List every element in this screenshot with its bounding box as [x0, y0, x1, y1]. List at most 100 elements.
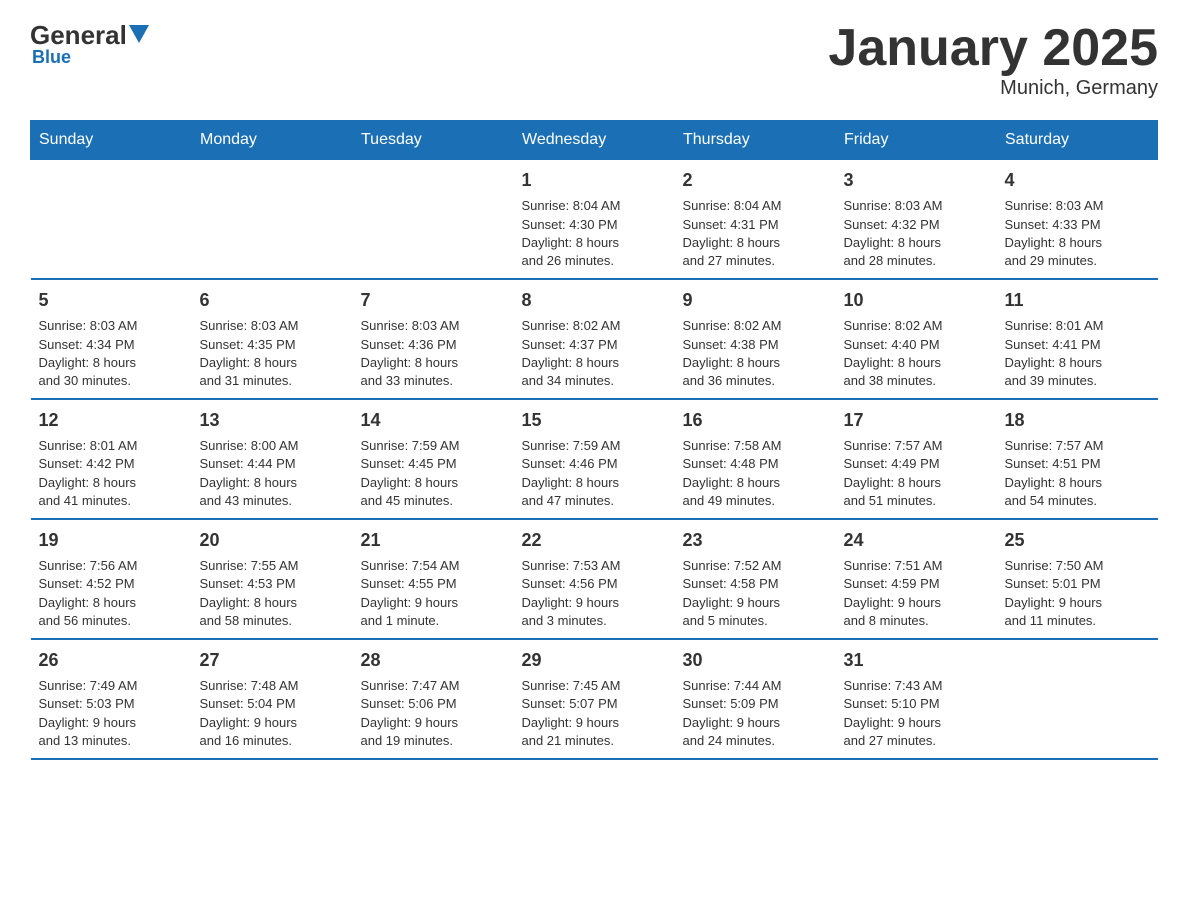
calendar-cell: 29 Sunrise: 7:45 AM Sunset: 5:07 PM Dayli…	[514, 639, 675, 759]
day-info: Sunrise: 7:54 AM Sunset: 4:55 PM Dayligh…	[361, 557, 506, 630]
day-number: 18	[1005, 408, 1150, 433]
day-number: 4	[1005, 168, 1150, 193]
day-info: Sunrise: 8:02 AM Sunset: 4:37 PM Dayligh…	[522, 317, 667, 390]
calendar-cell: 1Sunrise: 8:04 AM Sunset: 4:30 PM Daylig…	[514, 160, 675, 279]
day-info: Sunrise: 7:50 AM Sunset: 5:01 PM Dayligh…	[1005, 557, 1150, 630]
day-info: Sunrise: 7:56 AM Sunset: 4:52 PM Dayligh…	[39, 557, 184, 630]
day-number: 15	[522, 408, 667, 433]
calendar-header: SundayMondayTuesdayWednesdayThursdayFrid…	[31, 121, 1158, 160]
day-info: Sunrise: 8:03 AM Sunset: 4:34 PM Dayligh…	[39, 317, 184, 390]
day-info: Sunrise: 7:57 AM Sunset: 4:51 PM Dayligh…	[1005, 437, 1150, 510]
calendar-cell: 4 Sunrise: 8:03 AM Sunset: 4:33 PM Daylig…	[997, 160, 1158, 279]
week-row: 5 Sunrise: 8:03 AM Sunset: 4:34 PM Daylig…	[31, 279, 1158, 399]
day-number: 1	[522, 168, 667, 193]
calendar-body: 1Sunrise: 8:04 AM Sunset: 4:30 PM Daylig…	[31, 160, 1158, 759]
day-number: 16	[683, 408, 828, 433]
calendar-cell: 27 Sunrise: 7:48 AM Sunset: 5:04 PM Dayli…	[192, 639, 353, 759]
header-cell-sunday: Sunday	[31, 121, 192, 160]
day-info: Sunrise: 7:45 AM Sunset: 5:07 PM Dayligh…	[522, 677, 667, 750]
page-title: January 2025	[828, 20, 1158, 77]
calendar-cell: 25 Sunrise: 7:50 AM Sunset: 5:01 PM Dayli…	[997, 519, 1158, 639]
day-info: Sunrise: 8:02 AM Sunset: 4:38 PM Dayligh…	[683, 317, 828, 390]
calendar-cell	[353, 160, 514, 279]
page-header: General Blue January 2025 Munich, German…	[30, 20, 1158, 100]
day-number: 20	[200, 528, 345, 553]
header-cell-tuesday: Tuesday	[353, 121, 514, 160]
day-number: 5	[39, 288, 184, 313]
calendar-cell: 2 Sunrise: 8:04 AM Sunset: 4:31 PM Daylig…	[675, 160, 836, 279]
calendar-cell	[997, 639, 1158, 759]
day-info: Sunrise: 8:03 AM Sunset: 4:32 PM Dayligh…	[844, 197, 989, 270]
calendar-cell	[192, 160, 353, 279]
day-number: 25	[1005, 528, 1150, 553]
week-row: 19 Sunrise: 7:56 AM Sunset: 4:52 PM Dayli…	[31, 519, 1158, 639]
day-info: Sunrise: 7:55 AM Sunset: 4:53 PM Dayligh…	[200, 557, 345, 630]
day-info: Sunrise: 8:03 AM Sunset: 4:33 PM Dayligh…	[1005, 197, 1150, 270]
calendar-cell: 10 Sunrise: 8:02 AM Sunset: 4:40 PM Dayli…	[836, 279, 997, 399]
week-row: 26 Sunrise: 7:49 AM Sunset: 5:03 PM Dayli…	[31, 639, 1158, 759]
day-info: Sunrise: 7:44 AM Sunset: 5:09 PM Dayligh…	[683, 677, 828, 750]
calendar-table: SundayMondayTuesdayWednesdayThursdayFrid…	[30, 120, 1158, 760]
day-number: 26	[39, 648, 184, 673]
calendar-cell: 9 Sunrise: 8:02 AM Sunset: 4:38 PM Daylig…	[675, 279, 836, 399]
day-number: 27	[200, 648, 345, 673]
logo-triangle-icon	[129, 25, 149, 43]
day-info: Sunrise: 8:01 AM Sunset: 4:42 PM Dayligh…	[39, 437, 184, 510]
day-number: 12	[39, 408, 184, 433]
calendar-cell: 15 Sunrise: 7:59 AM Sunset: 4:46 PM Dayli…	[514, 399, 675, 519]
day-number: 13	[200, 408, 345, 433]
calendar-cell: 20 Sunrise: 7:55 AM Sunset: 4:53 PM Dayli…	[192, 519, 353, 639]
day-number: 23	[683, 528, 828, 553]
page-subtitle: Munich, Germany	[828, 77, 1158, 100]
day-number: 2	[683, 168, 828, 193]
day-info: Sunrise: 7:57 AM Sunset: 4:49 PM Dayligh…	[844, 437, 989, 510]
day-number: 11	[1005, 288, 1150, 313]
day-number: 9	[683, 288, 828, 313]
calendar-cell: 31Sunrise: 7:43 AM Sunset: 5:10 PM Dayli…	[836, 639, 997, 759]
day-info: Sunrise: 8:04 AM Sunset: 4:31 PM Dayligh…	[683, 197, 828, 270]
day-info: Sunrise: 7:49 AM Sunset: 5:03 PM Dayligh…	[39, 677, 184, 750]
day-info: Sunrise: 7:52 AM Sunset: 4:58 PM Dayligh…	[683, 557, 828, 630]
calendar-cell: 18 Sunrise: 7:57 AM Sunset: 4:51 PM Dayli…	[997, 399, 1158, 519]
calendar-cell: 30Sunrise: 7:44 AM Sunset: 5:09 PM Dayli…	[675, 639, 836, 759]
day-number: 17	[844, 408, 989, 433]
day-number: 31	[844, 648, 989, 673]
logo: General Blue	[30, 20, 149, 68]
day-number: 10	[844, 288, 989, 313]
calendar-cell: 24Sunrise: 7:51 AM Sunset: 4:59 PM Dayli…	[836, 519, 997, 639]
day-number: 22	[522, 528, 667, 553]
calendar-cell: 11 Sunrise: 8:01 AM Sunset: 4:41 PM Dayli…	[997, 279, 1158, 399]
calendar-cell	[31, 160, 192, 279]
day-number: 24	[844, 528, 989, 553]
day-info: Sunrise: 7:48 AM Sunset: 5:04 PM Dayligh…	[200, 677, 345, 750]
day-number: 7	[361, 288, 506, 313]
logo-blue-text: Blue	[32, 47, 71, 68]
day-number: 6	[200, 288, 345, 313]
day-number: 21	[361, 528, 506, 553]
calendar-cell: 16Sunrise: 7:58 AM Sunset: 4:48 PM Dayli…	[675, 399, 836, 519]
day-info: Sunrise: 8:01 AM Sunset: 4:41 PM Dayligh…	[1005, 317, 1150, 390]
day-info: Sunrise: 7:53 AM Sunset: 4:56 PM Dayligh…	[522, 557, 667, 630]
day-number: 29	[522, 648, 667, 673]
title-area: January 2025 Munich, Germany	[828, 20, 1158, 100]
calendar-cell: 23 Sunrise: 7:52 AM Sunset: 4:58 PM Dayli…	[675, 519, 836, 639]
calendar-cell: 26 Sunrise: 7:49 AM Sunset: 5:03 PM Dayli…	[31, 639, 192, 759]
calendar-cell: 13Sunrise: 8:00 AM Sunset: 4:44 PM Dayli…	[192, 399, 353, 519]
header-row: SundayMondayTuesdayWednesdayThursdayFrid…	[31, 121, 1158, 160]
calendar-cell: 19 Sunrise: 7:56 AM Sunset: 4:52 PM Dayli…	[31, 519, 192, 639]
day-info: Sunrise: 8:02 AM Sunset: 4:40 PM Dayligh…	[844, 317, 989, 390]
week-row: 12 Sunrise: 8:01 AM Sunset: 4:42 PM Dayli…	[31, 399, 1158, 519]
day-number: 8	[522, 288, 667, 313]
day-number: 19	[39, 528, 184, 553]
day-info: Sunrise: 7:47 AM Sunset: 5:06 PM Dayligh…	[361, 677, 506, 750]
calendar-cell: 8 Sunrise: 8:02 AM Sunset: 4:37 PM Daylig…	[514, 279, 675, 399]
calendar-cell: 22 Sunrise: 7:53 AM Sunset: 4:56 PM Dayli…	[514, 519, 675, 639]
calendar-cell: 21 Sunrise: 7:54 AM Sunset: 4:55 PM Dayli…	[353, 519, 514, 639]
header-cell-thursday: Thursday	[675, 121, 836, 160]
calendar-cell: 28 Sunrise: 7:47 AM Sunset: 5:06 PM Dayli…	[353, 639, 514, 759]
day-info: Sunrise: 7:59 AM Sunset: 4:46 PM Dayligh…	[522, 437, 667, 510]
day-info: Sunrise: 7:59 AM Sunset: 4:45 PM Dayligh…	[361, 437, 506, 510]
calendar-cell: 17 Sunrise: 7:57 AM Sunset: 4:49 PM Dayli…	[836, 399, 997, 519]
day-info: Sunrise: 8:03 AM Sunset: 4:36 PM Dayligh…	[361, 317, 506, 390]
day-number: 28	[361, 648, 506, 673]
